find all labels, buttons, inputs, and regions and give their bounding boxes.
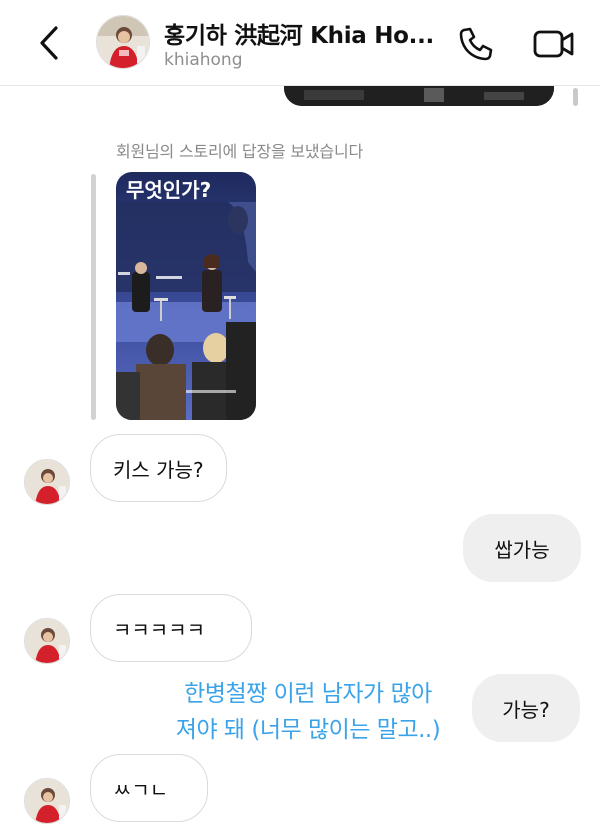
sender-avatar[interactable] — [24, 459, 70, 505]
contact-name[interactable]: 홍기하 洪起河 Khia Ho... — [164, 16, 434, 50]
message-bubble-incoming[interactable]: ㅆㄱㄴ — [90, 754, 208, 822]
story-reply-indicator — [91, 174, 96, 420]
phone-icon[interactable] — [456, 24, 496, 64]
overlay-caption-line: 져야 돼 (너무 많이는 말고..) — [175, 717, 441, 743]
chevron-left-icon[interactable] — [34, 24, 66, 62]
message-bubble-outgoing[interactable]: 가능? — [472, 674, 580, 742]
message-bubble-incoming[interactable]: 키스 가능? — [90, 434, 227, 502]
contact-avatar[interactable] — [96, 15, 150, 69]
overlay-caption: 한병철짱 이런 남자가 많아 져야 돼 (너무 많이는 말고..) — [160, 676, 456, 748]
message-bubble-outgoing[interactable]: 쌉가능 — [463, 514, 581, 582]
story-caption: 무엇인가? — [126, 178, 212, 202]
story-reply-note: 회원님의 스토리에 답장을 보냈습니다 — [116, 142, 363, 161]
sender-avatar[interactable] — [24, 778, 70, 824]
video-camera-icon[interactable] — [532, 24, 576, 64]
contact-username[interactable]: khiahong — [164, 50, 243, 70]
previous-story-thumbnail[interactable] — [284, 86, 554, 106]
message-bubble-incoming[interactable]: ㅋㅋㅋㅋㅋ — [90, 594, 252, 662]
sender-avatar[interactable] — [24, 618, 70, 664]
overlay-caption-line: 한병철짱 이런 남자가 많아 — [184, 681, 432, 707]
chat-header: 홍기하 洪起河 Khia Ho... khiahong — [0, 0, 600, 86]
scrollbar[interactable] — [573, 88, 578, 106]
story-thumbnail[interactable]: 무엇인가? — [116, 172, 256, 420]
